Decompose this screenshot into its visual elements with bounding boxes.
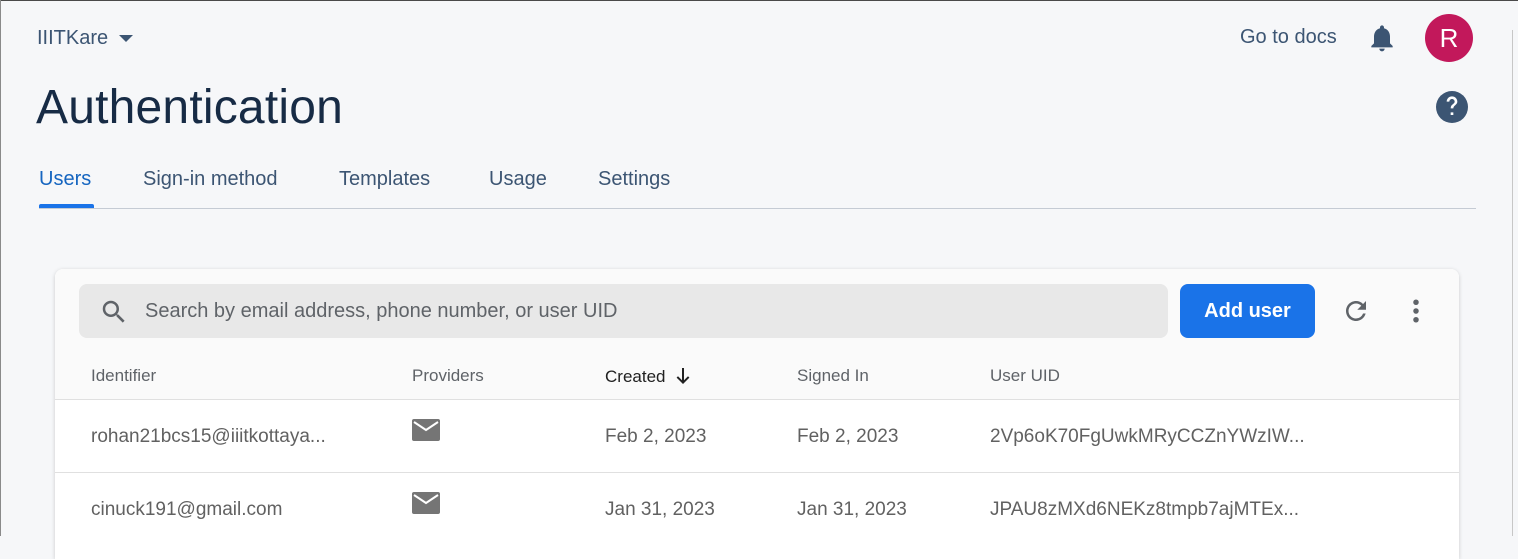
search-box[interactable] (79, 284, 1168, 338)
tab-sign-in-method[interactable]: Sign-in method (143, 168, 278, 191)
avatar-initial: R (1439, 22, 1459, 53)
column-header-signed-in[interactable]: Signed In (797, 366, 869, 386)
cell-identifier: cinuck191@gmail.com (91, 499, 283, 520)
cell-user-uid: JPAU8zMXd6NEKz8tmpb7ajMTEx... (990, 499, 1300, 520)
column-header-created[interactable]: Created (605, 366, 691, 387)
window-left-edge (0, 0, 1, 536)
page-scrollbar-track[interactable] (1512, 30, 1513, 536)
tab-settings[interactable]: Settings (598, 168, 670, 191)
tab-bar: Users Sign-in method Templates Usage Set… (0, 158, 1476, 208)
email-icon (412, 492, 440, 514)
go-to-docs-link[interactable]: Go to docs (1240, 26, 1337, 49)
tab-users[interactable]: Users (39, 168, 91, 191)
add-user-button[interactable]: Add user (1180, 284, 1315, 338)
more-vert-icon[interactable] (1406, 296, 1426, 326)
chevron-down-icon (119, 34, 134, 42)
column-header-identifier[interactable]: Identifier (91, 366, 156, 386)
window-top-edge (0, 0, 1518, 1)
search-input[interactable] (143, 284, 1145, 338)
table-row[interactable]: rohan21bcs15@iiitkottaya... Feb 2, 2023 … (55, 399, 1459, 472)
bell-icon[interactable] (1366, 20, 1398, 56)
tab-usage[interactable]: Usage (489, 168, 547, 191)
cell-identifier: rohan21bcs15@iiitkottaya... (91, 426, 326, 447)
refresh-icon[interactable] (1341, 296, 1371, 326)
cell-created: Feb 2, 2023 (605, 426, 707, 447)
project-switcher[interactable]: IIITKare (37, 26, 134, 50)
cell-signed-in: Jan 31, 2023 (797, 499, 907, 520)
column-header-created-label: Created (605, 367, 666, 386)
cell-signed-in: Feb 2, 2023 (797, 426, 899, 447)
email-icon (412, 419, 440, 441)
column-header-providers: Providers (412, 366, 484, 385)
cell-user-uid: 2Vp6oK70FgUwkMRyCCZnYWzIW... (990, 426, 1305, 447)
help-circle-icon[interactable] (1436, 91, 1468, 123)
cell-created: Jan 31, 2023 (605, 499, 715, 520)
table-row[interactable]: cinuck191@gmail.com Jan 31, 2023 Jan 31,… (55, 472, 1459, 545)
tabs-divider (39, 208, 1476, 209)
page-title: Authentication (36, 81, 344, 134)
search-icon (102, 300, 125, 323)
tab-templates[interactable]: Templates (339, 168, 430, 191)
column-header-user-uid: User UID (990, 366, 1060, 385)
users-card-toolbar: Add user Identifier Providers Created Si… (55, 269, 1459, 400)
arrow-down-icon[interactable] (675, 366, 691, 386)
project-name: IIITKare (37, 26, 109, 49)
account-avatar[interactable]: R (1425, 14, 1473, 62)
users-card: Add user Identifier Providers Created Si… (55, 269, 1459, 559)
